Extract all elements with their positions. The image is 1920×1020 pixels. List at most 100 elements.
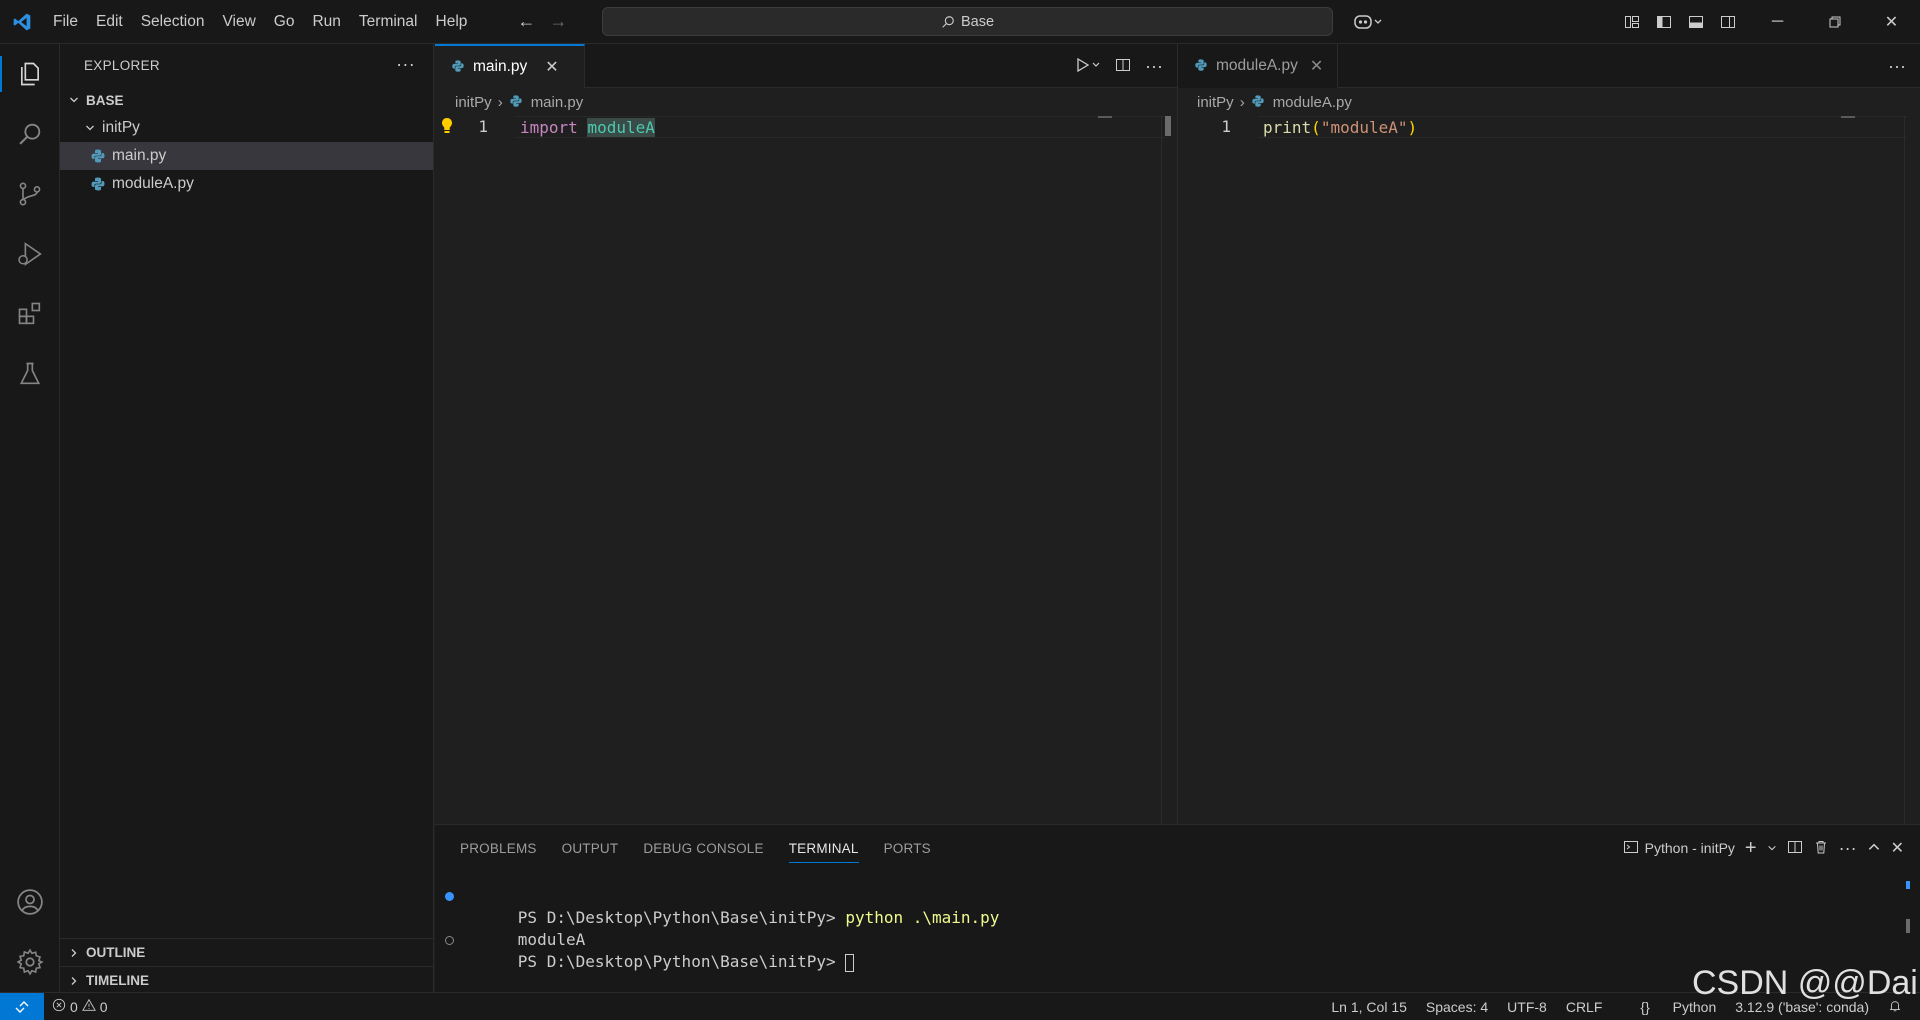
command-empty-dot-icon[interactable] — [445, 936, 454, 945]
warning-count: 0 — [99, 998, 108, 1015]
tab-output[interactable]: OUTPUT — [562, 825, 619, 871]
code-line-1[interactable]: import moduleA — [520, 116, 655, 138]
warning-icon — [81, 998, 96, 1015]
timeline-section[interactable]: TIMELINE — [60, 966, 434, 994]
testing-icon[interactable] — [0, 344, 60, 404]
run-python-file-icon[interactable] — [1075, 57, 1101, 76]
terminal-icon — [1623, 839, 1639, 858]
terminal-output[interactable]: PS D:\Desktop\Python\Base\initPy> python… — [445, 885, 999, 972]
menu-go[interactable]: Go — [265, 0, 304, 44]
run-debug-icon[interactable] — [0, 224, 60, 284]
command-center-label: Base — [960, 13, 995, 30]
watermark: CSDN @@Dai — [1692, 964, 1918, 1002]
minimize-icon[interactable]: ─ — [1749, 0, 1806, 44]
restore-icon[interactable] — [1806, 0, 1863, 44]
close-window-icon[interactable]: ✕ — [1863, 0, 1920, 44]
error-icon — [52, 998, 66, 1015]
panel-tabs: PROBLEMS OUTPUT DEBUG CONSOLE TERMINAL P… — [435, 825, 931, 871]
tab-ports[interactable]: PORTS — [884, 825, 931, 871]
tab-debug-console[interactable]: DEBUG CONSOLE — [643, 825, 763, 871]
breadcrumb-folder[interactable]: initPy — [1197, 94, 1234, 111]
editor-right[interactable]: 1 print ( "moduleA" ) — [1178, 116, 1920, 824]
cursor-position[interactable]: Ln 1, Col 15 — [1331, 999, 1407, 1015]
search-icon[interactable] — [0, 104, 60, 164]
menu-selection[interactable]: Selection — [132, 0, 214, 44]
editor-more-actions-icon[interactable]: ··· — [1888, 51, 1906, 81]
command-center-search[interactable]: Base — [602, 7, 1333, 36]
close-panel-icon[interactable]: ✕ — [1891, 838, 1904, 858]
toggle-panel-icon[interactable] — [1680, 6, 1712, 38]
menu-help[interactable]: Help — [427, 0, 477, 44]
vscode-logo-icon — [0, 0, 44, 44]
outline-label: OUTLINE — [86, 945, 146, 960]
editor-tabbar-right: moduleA.py ✕ ··· — [1178, 44, 1920, 88]
scrollbar-thumb[interactable] — [1165, 116, 1171, 136]
command-success-dot-icon[interactable] — [445, 892, 454, 901]
copilot-icon[interactable] — [1348, 7, 1388, 37]
braces-icon: {} — [1640, 999, 1650, 1015]
chevron-down-icon — [66, 94, 82, 106]
title-bar: File Edit Selection View Go Run Terminal… — [0, 0, 1920, 44]
breadcrumb-file[interactable]: main.py — [531, 94, 584, 111]
account-icon[interactable] — [0, 872, 60, 932]
new-terminal-plus-icon[interactable]: + — [1745, 837, 1757, 860]
timeline-label: TIMELINE — [86, 973, 149, 988]
terminal-line: PS D:\Desktop\Python\Base\initPy> — [445, 929, 999, 972]
tree-folder-initpy[interactable]: initPy — [60, 114, 433, 142]
end-of-line[interactable]: CRLF — [1566, 999, 1603, 1015]
editor-more-actions-icon[interactable]: ··· — [1145, 56, 1163, 77]
python-file-icon — [90, 148, 106, 164]
indentation[interactable]: Spaces: 4 — [1426, 999, 1488, 1015]
tab-terminal[interactable]: TERMINAL — [788, 825, 859, 871]
extensions-icon[interactable] — [0, 284, 60, 344]
forward-arrow-icon[interactable]: → — [542, 6, 574, 38]
customize-layout-icon[interactable] — [1616, 6, 1648, 38]
tab-main-py[interactable]: main.py ✕ — [435, 44, 585, 88]
tab-problems[interactable]: PROBLEMS — [460, 825, 537, 871]
encoding[interactable]: UTF-8 — [1507, 999, 1547, 1015]
toggle-secondary-sidebar-icon[interactable] — [1712, 6, 1744, 38]
toggle-primary-sidebar-icon[interactable] — [1648, 6, 1680, 38]
outline-section[interactable]: OUTLINE — [60, 938, 434, 966]
editor-scrollbar[interactable] — [1161, 116, 1175, 824]
editor-left[interactable]: 1 import moduleA — [435, 116, 1177, 824]
terminal-scrollbar-thumb[interactable] — [1906, 919, 1910, 933]
tab-modulea-py[interactable]: moduleA.py ✕ — [1178, 44, 1338, 88]
terminal-name[interactable]: Python - initPy — [1645, 840, 1735, 856]
menu-view[interactable]: View — [213, 0, 264, 44]
workspace-section[interactable]: BASE — [60, 86, 433, 114]
code-paren-close: ) — [1407, 117, 1418, 137]
tree-file-modulea[interactable]: moduleA.py — [60, 170, 433, 198]
tree-file-main[interactable]: main.py — [60, 142, 433, 170]
code-keyword: import — [520, 117, 578, 137]
close-tab-icon[interactable]: ✕ — [1310, 56, 1323, 76]
code-line-1[interactable]: print ( "moduleA" ) — [1263, 116, 1417, 138]
problems-status[interactable]: 0 0 — [52, 998, 108, 1015]
chevron-right-icon: › — [1239, 93, 1245, 111]
maximize-panel-chevron-up-icon[interactable] — [1867, 840, 1881, 857]
back-arrow-icon[interactable]: ← — [510, 6, 542, 38]
remote-indicator-icon[interactable] — [0, 992, 44, 1020]
split-editor-icon[interactable] — [1115, 57, 1131, 76]
terminal-scroll-marker — [1906, 881, 1910, 889]
menu-terminal[interactable]: Terminal — [350, 0, 427, 44]
explorer-icon[interactable] — [0, 44, 60, 104]
menu-file[interactable]: File — [44, 0, 87, 44]
panel-more-actions-icon[interactable]: ··· — [1839, 838, 1857, 859]
chevron-down-icon[interactable] — [1767, 840, 1777, 856]
close-tab-icon[interactable]: ✕ — [545, 57, 558, 77]
manage-gear-icon[interactable] — [0, 932, 60, 992]
menu-edit[interactable]: Edit — [87, 0, 132, 44]
python-file-icon — [451, 59, 467, 75]
line-number: 1 — [1221, 117, 1231, 136]
explorer-more-actions-icon[interactable]: ··· — [396, 54, 415, 75]
editor-scrollbar[interactable] — [1904, 116, 1918, 824]
menu-run[interactable]: Run — [303, 0, 349, 44]
python-file-icon — [90, 176, 106, 192]
python-file-icon — [509, 94, 525, 110]
breadcrumb-file[interactable]: moduleA.py — [1273, 94, 1352, 111]
source-control-icon[interactable] — [0, 164, 60, 224]
breadcrumb-folder[interactable]: initPy — [455, 94, 492, 111]
split-terminal-icon[interactable] — [1787, 839, 1803, 858]
kill-terminal-trash-icon[interactable] — [1813, 839, 1829, 858]
